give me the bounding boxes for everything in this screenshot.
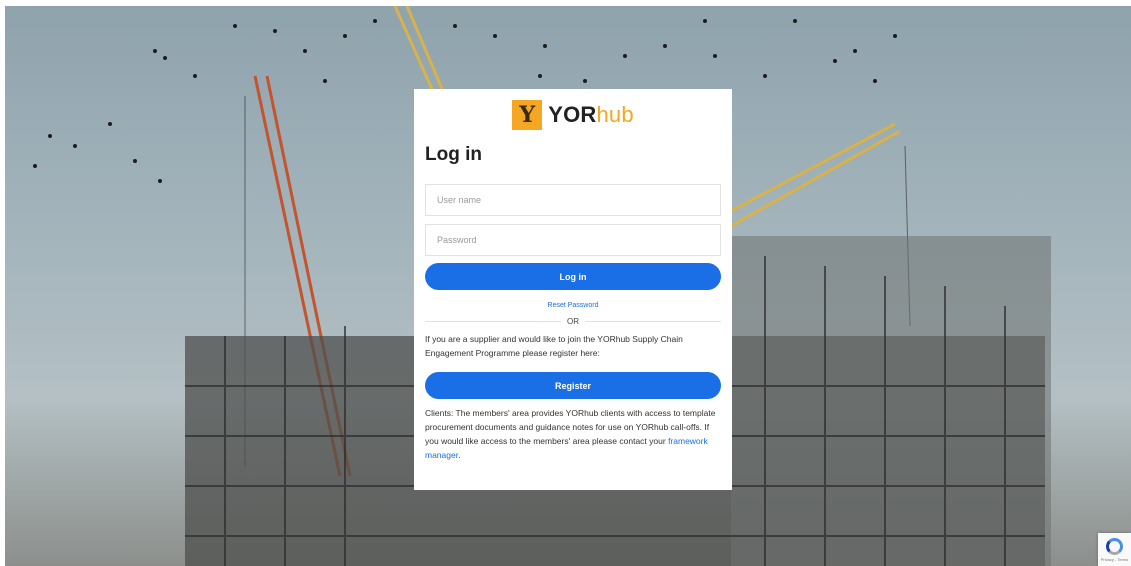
or-label: OR (567, 317, 579, 326)
supplier-text: If you are a supplier and would like to … (425, 334, 683, 358)
clients-text-end: . (458, 450, 461, 460)
logo-text-bold: YOR (548, 102, 597, 127)
divider-line (585, 321, 721, 322)
password-input[interactable] (435, 234, 720, 246)
divider-line (425, 321, 561, 322)
page-title: Log in (425, 144, 482, 165)
login-button[interactable]: Log in (425, 263, 721, 290)
recaptcha-text: Privacy - Terms (1100, 556, 1129, 562)
recaptcha-icon (1106, 537, 1123, 555)
reset-password-link[interactable]: Reset Password (425, 302, 721, 309)
username-field[interactable] (425, 184, 721, 216)
password-field[interactable] (425, 224, 721, 256)
recaptcha-badge[interactable]: Privacy - Terms (1098, 533, 1131, 566)
logo-mark: Y (512, 100, 543, 130)
yorhub-logo: Y YORhub (425, 98, 721, 132)
or-divider: OR (425, 317, 721, 326)
clients-text: Clients: The members' area provides YORh… (425, 406, 721, 462)
username-input[interactable] (435, 194, 720, 206)
logo-text: YORhub (548, 102, 634, 128)
login-card: Y YORhub Log in Log in Reset Password OR… (414, 89, 732, 490)
register-button[interactable]: Register (425, 372, 721, 399)
logo-text-light: hub (596, 102, 634, 127)
